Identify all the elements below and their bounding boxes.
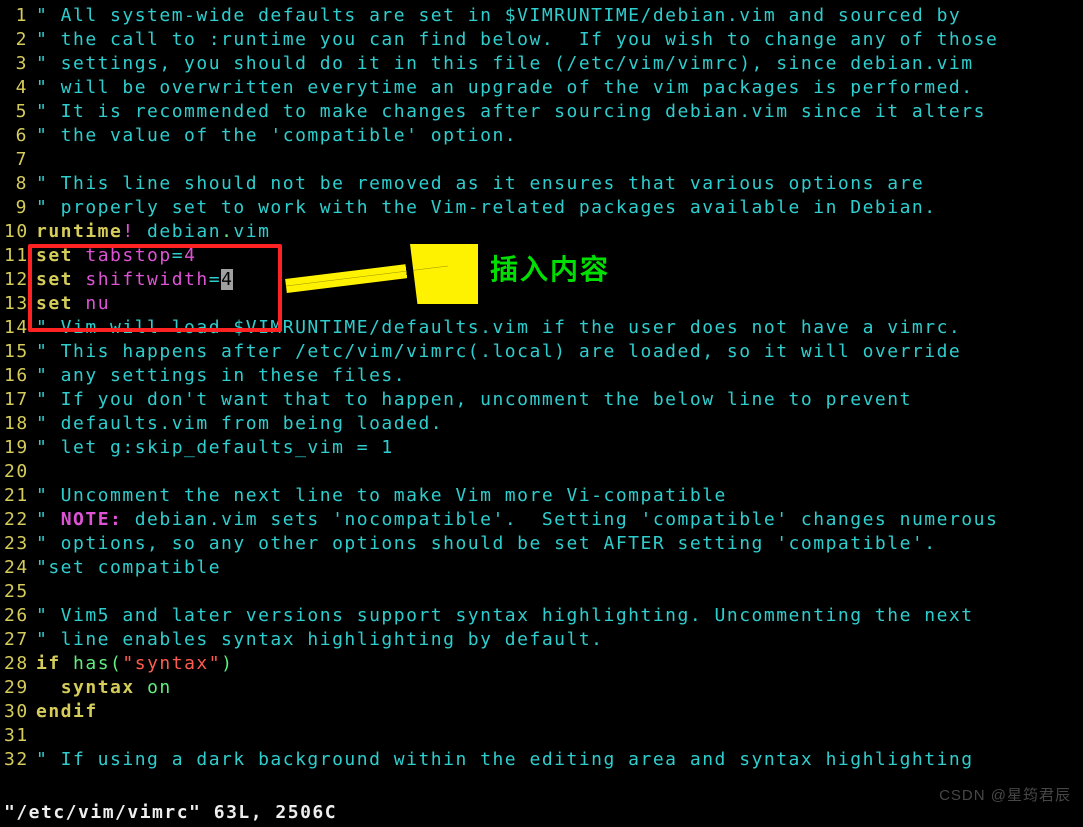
line-number: 18 <box>4 412 28 436</box>
code-line[interactable]: 19" let g:skip_defaults_vim = 1 <box>4 436 998 460</box>
line-number: 20 <box>4 460 28 484</box>
line-number: 12 <box>4 268 28 292</box>
code-line[interactable]: 10runtime! debian.vim <box>4 220 998 244</box>
line-number: 15 <box>4 340 28 364</box>
line-number: 31 <box>4 724 28 748</box>
line-number: 9 <box>4 196 28 220</box>
code-line[interactable]: 1" All system-wide defaults are set in $… <box>4 4 998 28</box>
code-line[interactable]: 6" the value of the 'compatible' option. <box>4 124 998 148</box>
line-number: 16 <box>4 364 28 388</box>
vim-editor[interactable]: 1" All system-wide defaults are set in $… <box>0 0 1083 827</box>
line-number: 13 <box>4 292 28 316</box>
cursor: 4 <box>221 269 233 290</box>
line-number: 21 <box>4 484 28 508</box>
code-line[interactable]: 8" This line should not be removed as it… <box>4 172 998 196</box>
code-line[interactable]: 18" defaults.vim from being loaded. <box>4 412 998 436</box>
code-line[interactable]: 25 <box>4 580 998 604</box>
code-line[interactable]: 20 <box>4 460 998 484</box>
code-line[interactable]: 22" NOTE: debian.vim sets 'nocompatible'… <box>4 508 998 532</box>
line-number: 27 <box>4 628 28 652</box>
line-number: 22 <box>4 508 28 532</box>
line-number: 23 <box>4 532 28 556</box>
line-number: 14 <box>4 316 28 340</box>
line-number: 7 <box>4 148 28 172</box>
code-line[interactable]: 27" line enables syntax highlighting by … <box>4 628 998 652</box>
code-line[interactable]: 24"set compatible <box>4 556 998 580</box>
line-number: 1 <box>4 4 28 28</box>
line-number: 28 <box>4 652 28 676</box>
line-number: 32 <box>4 748 28 772</box>
code-line[interactable]: 2" the call to :runtime you can find bel… <box>4 28 998 52</box>
line-number: 24 <box>4 556 28 580</box>
code-line[interactable]: 31 <box>4 724 998 748</box>
line-number: 8 <box>4 172 28 196</box>
line-number: 2 <box>4 28 28 52</box>
code-line[interactable]: 30endif <box>4 700 998 724</box>
code-line[interactable]: 29 syntax on <box>4 676 998 700</box>
code-line[interactable]: 14" Vim will load $VIMRUNTIME/defaults.v… <box>4 316 998 340</box>
code-line[interactable]: 7 <box>4 148 998 172</box>
line-number: 30 <box>4 700 28 724</box>
watermark: CSDN @星筠君辰 <box>939 784 1071 805</box>
code-line[interactable]: 28if has("syntax") <box>4 652 998 676</box>
arrow-icon <box>278 244 478 304</box>
line-number: 3 <box>4 52 28 76</box>
code-line[interactable]: 13set nu <box>4 292 998 316</box>
line-number: 17 <box>4 388 28 412</box>
code-line[interactable]: 4" will be overwritten everytime an upgr… <box>4 76 998 100</box>
code-area[interactable]: 1" All system-wide defaults are set in $… <box>0 4 998 772</box>
code-line[interactable]: 3" settings, you should do it in this fi… <box>4 52 998 76</box>
line-number: 6 <box>4 124 28 148</box>
code-line[interactable]: 17" If you don't want that to happen, un… <box>4 388 998 412</box>
line-number: 11 <box>4 244 28 268</box>
line-number: 5 <box>4 100 28 124</box>
line-number: 10 <box>4 220 28 244</box>
code-line[interactable]: 5" It is recommended to make changes aft… <box>4 100 998 124</box>
annotation-label: 插入内容 <box>490 248 610 288</box>
line-number: 26 <box>4 604 28 628</box>
code-line[interactable]: 21" Uncomment the next line to make Vim … <box>4 484 998 508</box>
code-line[interactable]: 9" properly set to work with the Vim-rel… <box>4 196 998 220</box>
line-number: 19 <box>4 436 28 460</box>
line-number: 4 <box>4 76 28 100</box>
code-line[interactable]: 32" If using a dark background within th… <box>4 748 998 772</box>
code-line[interactable]: 15" This happens after /etc/vim/vimrc(.l… <box>4 340 998 364</box>
code-line[interactable]: 26" Vim5 and later versions support synt… <box>4 604 998 628</box>
status-bar: "/etc/vim/vimrc" 63L, 2506C <box>4 802 337 823</box>
line-number: 29 <box>4 676 28 700</box>
line-number: 25 <box>4 580 28 604</box>
code-line[interactable]: 16" any settings in these files. <box>4 364 998 388</box>
code-line[interactable]: 23" options, so any other options should… <box>4 532 998 556</box>
